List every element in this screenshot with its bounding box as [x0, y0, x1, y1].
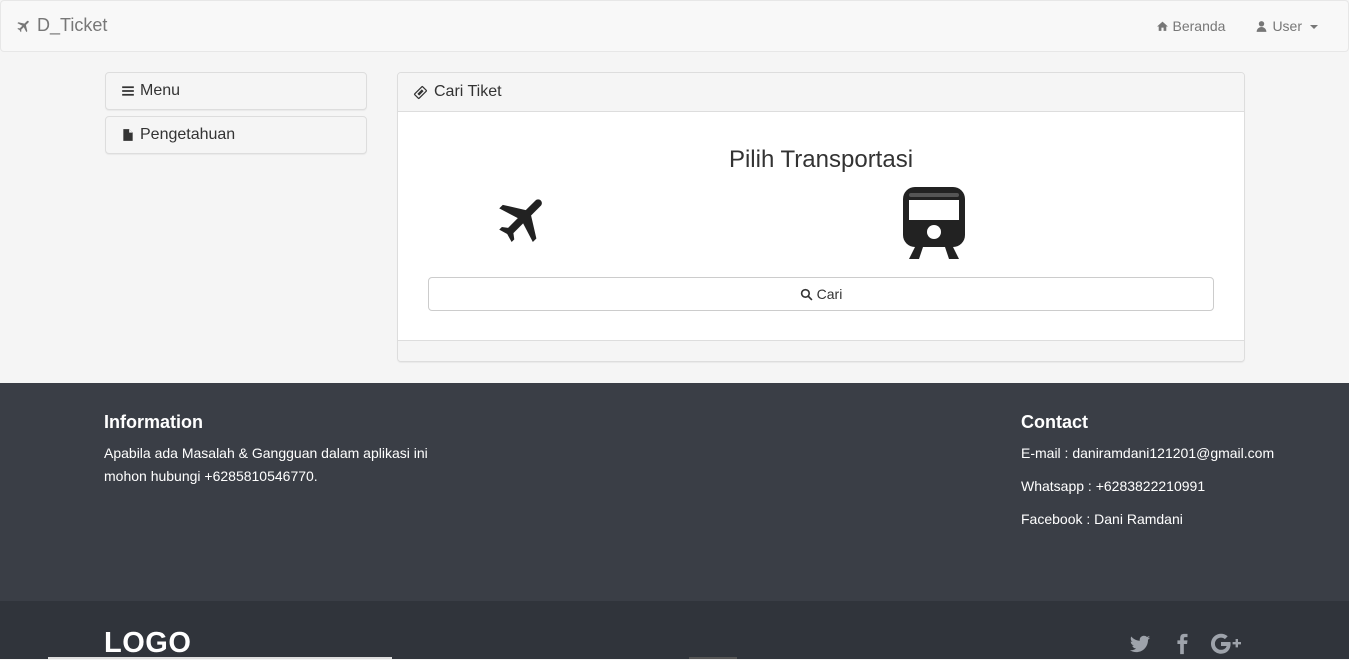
user-label: User	[1272, 18, 1302, 34]
google-plus-icon	[1211, 633, 1241, 654]
search-ticket-panel: Cari Tiket Pilih Transportasi Cari	[397, 72, 1245, 362]
plane-icon	[499, 199, 542, 242]
choose-transport-title: Pilih Transportasi	[728, 146, 914, 173]
home-icon	[1156, 21, 1168, 31]
caret-down-icon	[1310, 25, 1318, 29]
train-option[interactable]	[903, 187, 965, 259]
sidebar-item-pengetahuan[interactable]: Pengetahuan	[105, 116, 367, 154]
panel-heading: Cari Tiket	[398, 73, 1244, 112]
search-button-label: Cari	[816, 286, 843, 302]
ticket-icon	[413, 85, 428, 99]
train-icon	[903, 187, 965, 259]
contact-title: Contact	[1021, 412, 1088, 432]
bars-icon	[122, 86, 134, 96]
info-title: Information	[104, 412, 203, 432]
info-line-1: Apabila ada Masalah & Gangguan dalam apl…	[104, 445, 428, 461]
google-plus-link[interactable]	[1210, 633, 1242, 655]
plane-icon	[17, 20, 29, 32]
sidebar-item-label: Pengetahuan	[140, 126, 236, 143]
brand[interactable]: D_Ticket	[16, 15, 107, 36]
panel-footer	[398, 340, 1244, 361]
panel-title: Cari Tiket	[434, 83, 502, 100]
contact-email: E-mail : daniramdani121201@gmail.com	[1021, 445, 1275, 461]
nav-home-label: Beranda	[1172, 18, 1226, 34]
facebook-icon	[1177, 633, 1188, 655]
nav-home-link[interactable]: Beranda	[1141, 1, 1241, 51]
contact-whatsapp: Whatsapp : +6283822210991	[1021, 478, 1206, 494]
twitter-link[interactable]	[1129, 633, 1151, 655]
footer: Information Apabila ada Masalah & Ganggu…	[0, 383, 1349, 601]
file-icon	[123, 129, 133, 141]
user-dropdown[interactable]: User	[1240, 1, 1348, 51]
search-icon	[800, 288, 813, 300]
plane-option[interactable]	[494, 189, 554, 249]
footer-logo: LOGO	[104, 627, 192, 659]
sidebar-menu-label: Menu	[140, 82, 181, 99]
facebook-link[interactable]	[1171, 633, 1193, 655]
footer-bottom: LOGO	[0, 601, 1349, 659]
contact-facebook: Facebook : Dani Ramdani	[1021, 511, 1183, 527]
brand-label: D_Ticket	[37, 15, 108, 35]
sidebar-menu-heading: Menu	[105, 72, 367, 110]
twitter-icon	[1129, 635, 1151, 653]
navbar: D_Ticket Beranda User	[0, 0, 1349, 52]
user-icon	[1257, 20, 1267, 32]
info-line-2: mohon hubungi +6285810546770.	[104, 468, 318, 484]
search-button[interactable]: Cari	[428, 277, 1214, 311]
